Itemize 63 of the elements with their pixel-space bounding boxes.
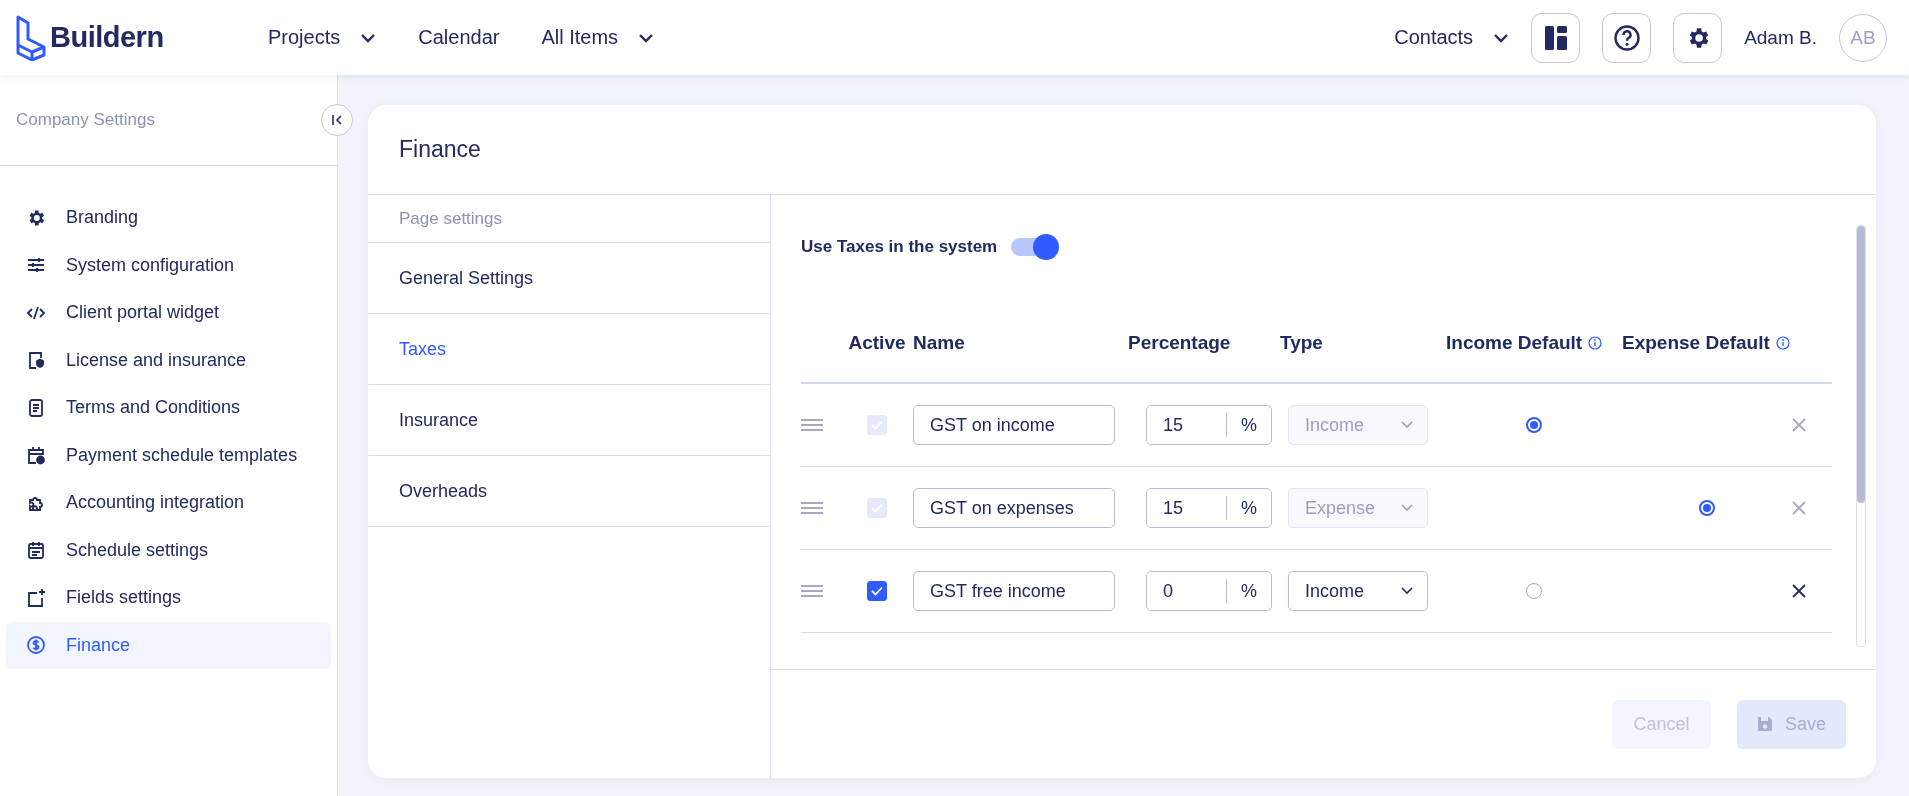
sidebar-item[interactable]: System configuration (6, 241, 331, 289)
sidebar-item[interactable]: Terms and Conditions (6, 384, 331, 432)
square-plus-icon (26, 587, 46, 608)
sidebar-item[interactable]: Branding (6, 194, 331, 242)
type-select[interactable]: Income (1288, 571, 1428, 611)
active-checkbox[interactable] (867, 581, 887, 601)
user-name: Adam B. (1744, 26, 1817, 49)
sidebar-item[interactable]: Accounting integration (6, 479, 331, 527)
column-header: Income Default (1446, 332, 1622, 354)
scrollbar[interactable] (1856, 225, 1866, 647)
chevron-down-icon (1401, 587, 1413, 595)
page-settings-heading: Page settings (368, 195, 770, 243)
dollar-circle-icon (26, 635, 46, 656)
logo-text: Buildern (50, 21, 164, 54)
drag-handle-icon[interactable] (801, 585, 823, 597)
collapse-sidebar-button[interactable] (321, 104, 353, 136)
page-title: Finance (368, 105, 1876, 195)
help-icon (1613, 24, 1640, 51)
contacts-menu[interactable]: Contacts (1394, 26, 1510, 49)
logo-icon (16, 14, 46, 61)
sidebar-title: Company Settings (16, 110, 155, 130)
column-header: Percentage (1128, 332, 1232, 354)
nav-menu-item[interactable]: Projects (268, 26, 377, 49)
sidebar-item[interactable]: Schedule settings (6, 526, 331, 574)
scrollbar-thumb[interactable] (1857, 226, 1865, 504)
column-header: Expense Default (1622, 332, 1792, 354)
drag-handle-icon[interactable] (801, 419, 823, 431)
checkmark-icon (871, 420, 883, 430)
settings-tab[interactable]: Insurance (368, 385, 770, 456)
info-icon (1775, 336, 1790, 350)
settings-tab[interactable]: Overheads (368, 456, 770, 527)
checkmark-icon (871, 586, 883, 596)
column-header: Name (913, 332, 966, 354)
settings-tab[interactable]: General Settings (368, 243, 770, 314)
sidebar-item[interactable]: License and insurance (6, 336, 331, 384)
chevron-down-icon (1493, 32, 1510, 43)
calendar-icon (26, 540, 46, 561)
nav-menu-item[interactable]: Calendar (418, 26, 500, 49)
toggle-label: Use Taxes in the system (801, 237, 998, 257)
chevron-down-icon (1401, 504, 1413, 512)
column-header: Type (1280, 332, 1324, 354)
sidebar-item[interactable]: Payment schedule templates (6, 431, 331, 479)
info-icon (1588, 336, 1603, 350)
checkmark-icon (871, 503, 883, 513)
layout-icon (1544, 25, 1567, 50)
chevron-down-icon (1401, 421, 1413, 429)
settings-tab[interactable]: Taxes (368, 314, 770, 385)
drag-handle-icon[interactable] (801, 502, 823, 514)
sidebar-item[interactable]: Client portal widget (6, 289, 331, 337)
sidebar-item[interactable]: Finance (6, 621, 331, 669)
settings-button[interactable] (1673, 12, 1723, 63)
column-header: Active (848, 332, 906, 354)
nav-menu-item[interactable]: All Items (541, 26, 655, 49)
layout-button[interactable] (1531, 12, 1581, 63)
percentage-input[interactable]: 0 % (1146, 571, 1272, 611)
collapse-icon (331, 114, 343, 126)
help-button[interactable] (1602, 12, 1652, 63)
calendar-dollar-icon (26, 445, 46, 466)
document-icon (26, 397, 46, 418)
name-input[interactable]: GST free income (913, 571, 1115, 611)
sidebar-item[interactable]: Fields settings (6, 574, 331, 622)
close-icon[interactable] (1792, 584, 1806, 598)
document-shield-icon (26, 350, 46, 371)
